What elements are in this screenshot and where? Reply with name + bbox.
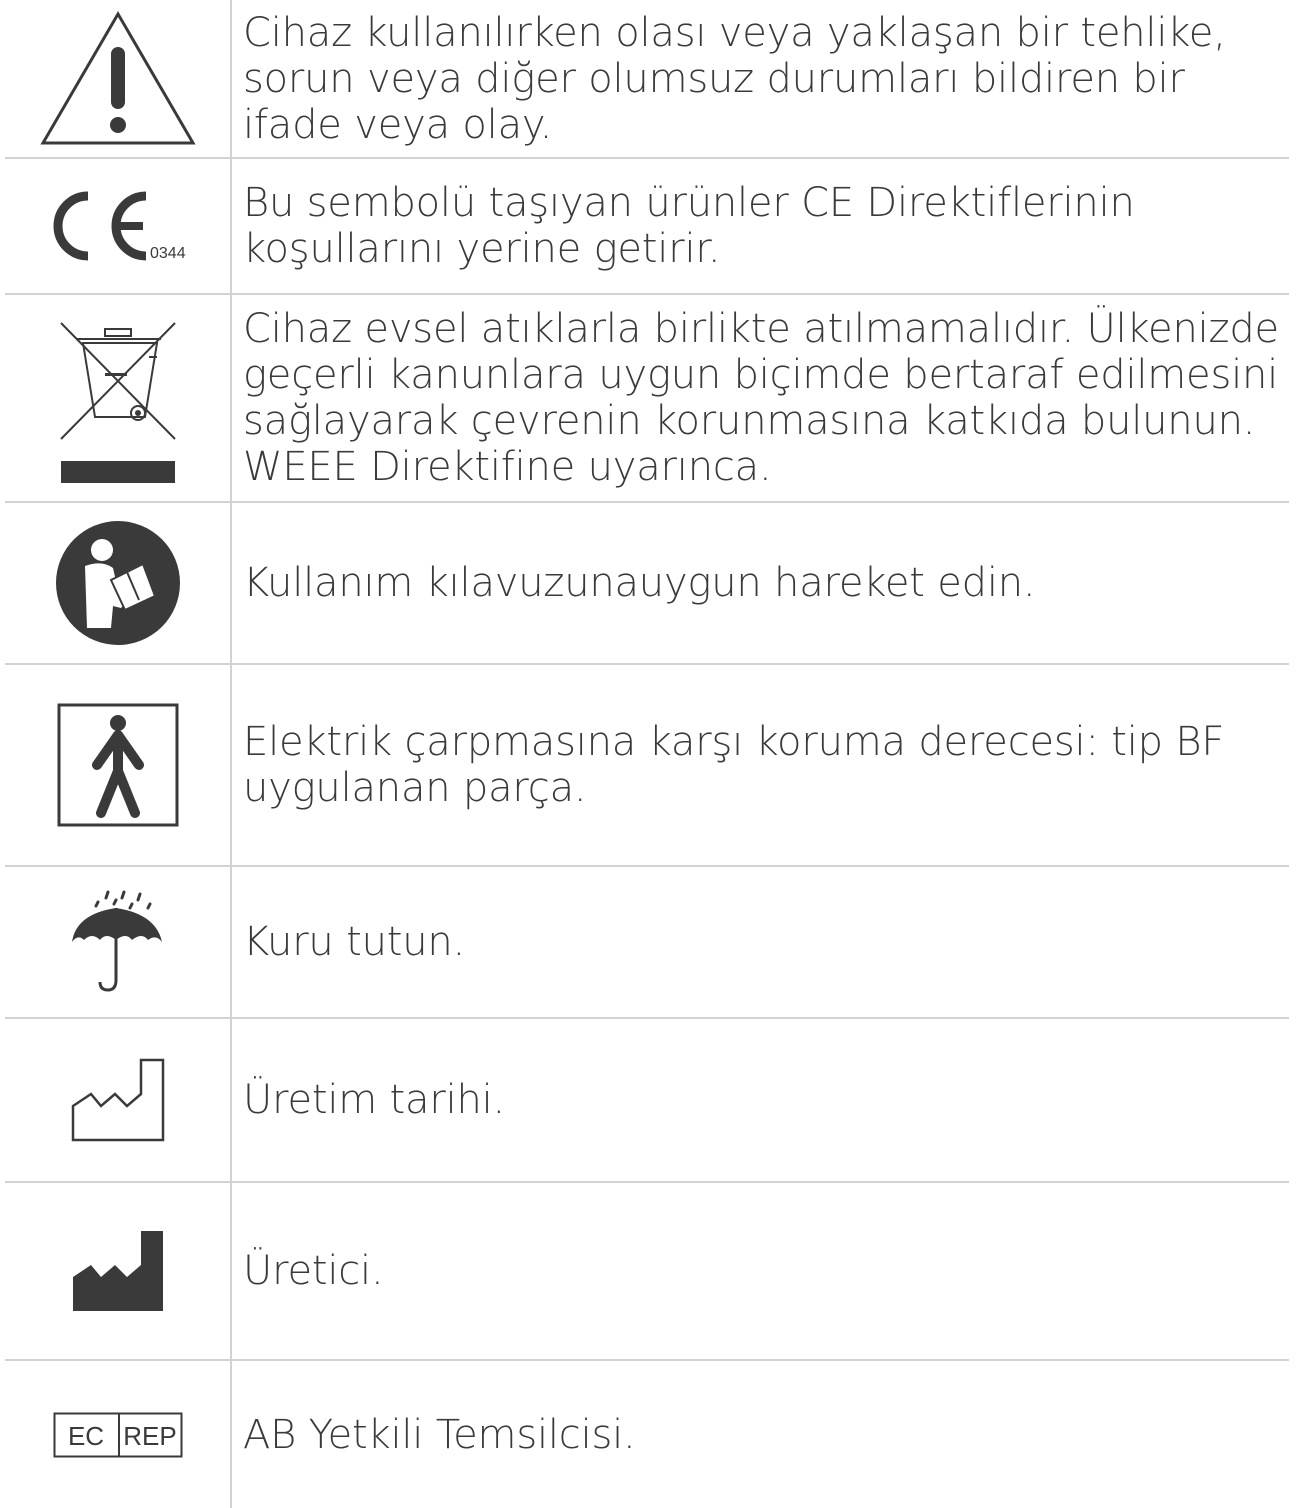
- date-of-manufacture-icon: [71, 1058, 165, 1142]
- table-row: Kullanım kılavuzunauygun hareket edin.: [5, 501, 1289, 665]
- symbol-description: Cihaz evsel atıklarla birlikte atılmamal…: [230, 293, 1289, 503]
- symbol-description: Üretici.: [230, 1181, 1289, 1361]
- symbols-page: Cihaz kullanılırken olası veya yaklaşan …: [0, 0, 1299, 1508]
- warning-triangle-icon: [38, 9, 198, 149]
- icon-cell: [5, 865, 232, 1019]
- manufacturer-icon: [71, 1229, 165, 1313]
- table-row: Cihaz evsel atıklarla birlikte atılmamal…: [5, 293, 1289, 503]
- symbol-description: AB Yetkili Temsilcisi.: [230, 1359, 1289, 1508]
- symbol-description: Üretim tarihi.: [230, 1017, 1289, 1183]
- icon-cell: [5, 1017, 232, 1183]
- read-manual-icon: [55, 520, 181, 646]
- weee-crossed-bin-icon: [53, 313, 183, 483]
- ec-label: EC: [67, 1421, 103, 1451]
- icon-cell: [5, 1181, 232, 1361]
- symbol-description: Bu sembolü taşıyan ürünler CE Direktifle…: [230, 157, 1289, 295]
- icon-cell: 0344: [5, 157, 232, 295]
- symbol-description: Cihaz kullanılırken olası veya yaklaşan …: [230, 0, 1289, 159]
- symbol-description: Elektrik çarpmasına karşı koruma dereces…: [230, 663, 1289, 867]
- table-row: 0344 Bu sembolü taşıyan ürünler CE Direk…: [5, 157, 1289, 295]
- icon-cell: [5, 0, 232, 159]
- table-row: EC REP AB Yetkili Temsilcisi.: [5, 1359, 1289, 1508]
- table-row: Kuru tutun.: [5, 865, 1289, 1019]
- table-row: Cihaz kullanılırken olası veya yaklaşan …: [5, 0, 1289, 159]
- icon-cell: [5, 293, 232, 503]
- ce-mark-icon: 0344: [43, 186, 193, 266]
- icon-cell: [5, 501, 232, 665]
- symbol-description: Kuru tutun.: [230, 865, 1289, 1019]
- ec-rep-icon: EC REP: [53, 1412, 183, 1458]
- symbols-table: Cihaz kullanılırken olası veya yaklaşan …: [5, 0, 1289, 1508]
- table-row: Üretici.: [5, 1181, 1289, 1361]
- table-row: Üretim tarihi.: [5, 1017, 1289, 1183]
- type-bf-applied-part-icon: [57, 703, 179, 827]
- rep-label: REP: [123, 1421, 176, 1451]
- table-row: Elektrik çarpmasına karşı koruma dereces…: [5, 663, 1289, 867]
- icon-cell: [5, 663, 232, 867]
- keep-dry-umbrella-icon: [68, 890, 168, 994]
- ce-notified-body-number: 0344: [150, 245, 186, 262]
- symbol-description: Kullanım kılavuzunauygun hareket edin.: [230, 501, 1289, 665]
- icon-cell: EC REP: [5, 1359, 232, 1508]
